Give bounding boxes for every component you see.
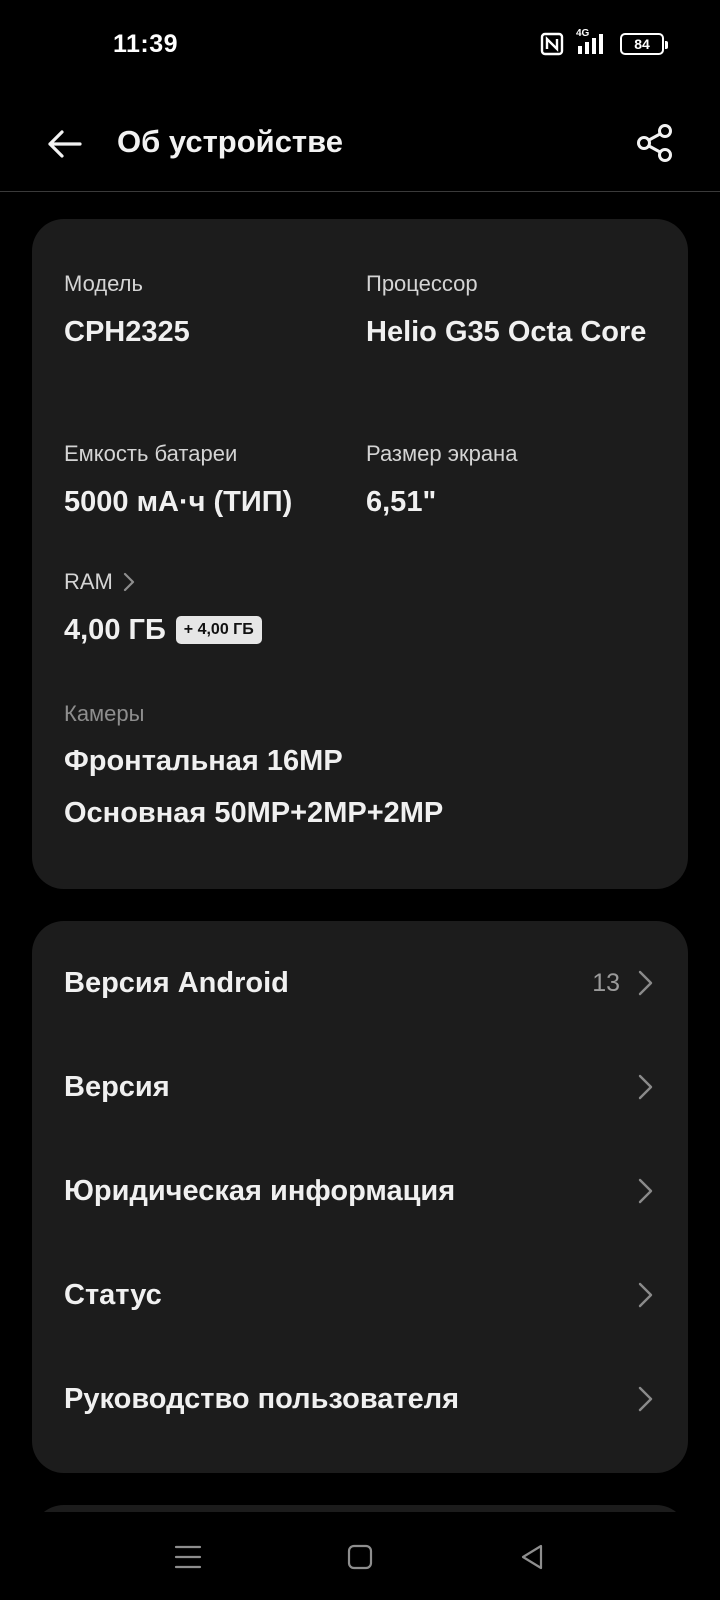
spec-ram-label-row: RAM <box>64 569 464 595</box>
menu-icon <box>174 1545 202 1569</box>
menu-item-user-guide[interactable]: Руководство пользователя <box>32 1347 688 1451</box>
share-button[interactable] <box>630 118 680 168</box>
spec-cameras: Камеры Фронтальная 16MP Основная 50MP+2M… <box>64 701 664 839</box>
spec-battery-value: 5000 мА·ч (ТИП) <box>64 486 293 518</box>
menu-item-label: Юридическая информация <box>64 1174 456 1207</box>
menu-item-label: Версия <box>64 1070 170 1103</box>
system-navigation-bar <box>0 1512 720 1600</box>
battery-level: 84 <box>634 36 650 52</box>
page-title: Об устройстве <box>117 124 344 159</box>
spec-processor-value: Helio G35 Octa Core <box>366 316 647 348</box>
menu-item-status[interactable]: Статус <box>32 1243 688 1347</box>
spec-model-label: Модель <box>64 271 143 296</box>
status-bar: 11:39 4G 84 <box>0 0 720 90</box>
spec-screen-label: Размер экрана <box>366 441 518 466</box>
spec-model-value: CPH2325 <box>64 316 190 348</box>
chevron-right-icon <box>123 572 134 592</box>
camera-main: Основная 50MP+2MP+2MP <box>64 797 444 829</box>
menu-item-android-version[interactable]: Версия Android 13 <box>32 931 688 1035</box>
chevron-right-icon <box>638 1282 653 1308</box>
menu-item-version[interactable]: Версия <box>32 1035 688 1139</box>
menu-item-label: Статус <box>64 1278 162 1311</box>
ram-extension-badge: + 4,00 ГБ <box>175 616 262 644</box>
device-specs-card: Модель CPH2325 Процессор Helio G35 Octa … <box>32 219 688 889</box>
menu-item-legal-info[interactable]: Юридическая информация <box>32 1139 688 1243</box>
chevron-right-icon <box>638 1074 653 1100</box>
spec-screen-value: 6,51" <box>366 486 437 518</box>
home-button[interactable] <box>330 1532 390 1582</box>
arrow-left-icon <box>48 130 82 158</box>
spec-processor: Процессор Helio G35 Octa Core <box>366 271 656 353</box>
camera-front: Фронтальная 16MP <box>64 745 343 777</box>
back-nav-button[interactable] <box>502 1532 562 1582</box>
spec-ram-value: 4,00 ГБ <box>64 614 166 646</box>
menu-item-value: 13 <box>592 968 620 997</box>
status-icons: 4G 84 <box>540 28 668 56</box>
spec-ram[interactable]: RAM 4,00 ГБ + 4,00 ГБ <box>64 569 464 651</box>
signal-icon: 4G <box>576 28 608 56</box>
spec-model: Модель CPH2325 <box>64 271 354 353</box>
back-triangle-icon <box>521 1544 543 1570</box>
menu-item-label: Руководство пользователя <box>64 1382 460 1415</box>
spec-battery: Емкость батареи 5000 мА·ч (ТИП) <box>64 441 364 523</box>
recents-button[interactable] <box>158 1532 218 1582</box>
app-bar: Об устройстве <box>0 90 720 192</box>
spec-battery-label: Емкость батареи <box>64 441 238 466</box>
menu-item-label: Версия Android <box>64 966 289 999</box>
share-icon <box>637 124 672 162</box>
spec-screen: Размер экрана 6,51" <box>366 441 656 523</box>
nfc-icon <box>540 32 564 56</box>
info-menu-card: Версия Android 13 Версия Юридическая инф… <box>32 921 688 1473</box>
spec-ram-label: RAM <box>64 569 113 594</box>
spec-ram-value-row: 4,00 ГБ + 4,00 ГБ <box>64 609 464 651</box>
spec-cameras-label: Камеры <box>64 701 145 726</box>
status-time: 11:39 <box>113 30 179 58</box>
home-icon <box>347 1544 373 1570</box>
chevron-right-icon <box>638 970 653 996</box>
back-button[interactable] <box>40 120 88 168</box>
spec-processor-label: Процессор <box>366 271 478 296</box>
chevron-right-icon <box>638 1178 653 1204</box>
battery-icon: 84 <box>620 33 668 55</box>
chevron-right-icon <box>638 1386 653 1412</box>
